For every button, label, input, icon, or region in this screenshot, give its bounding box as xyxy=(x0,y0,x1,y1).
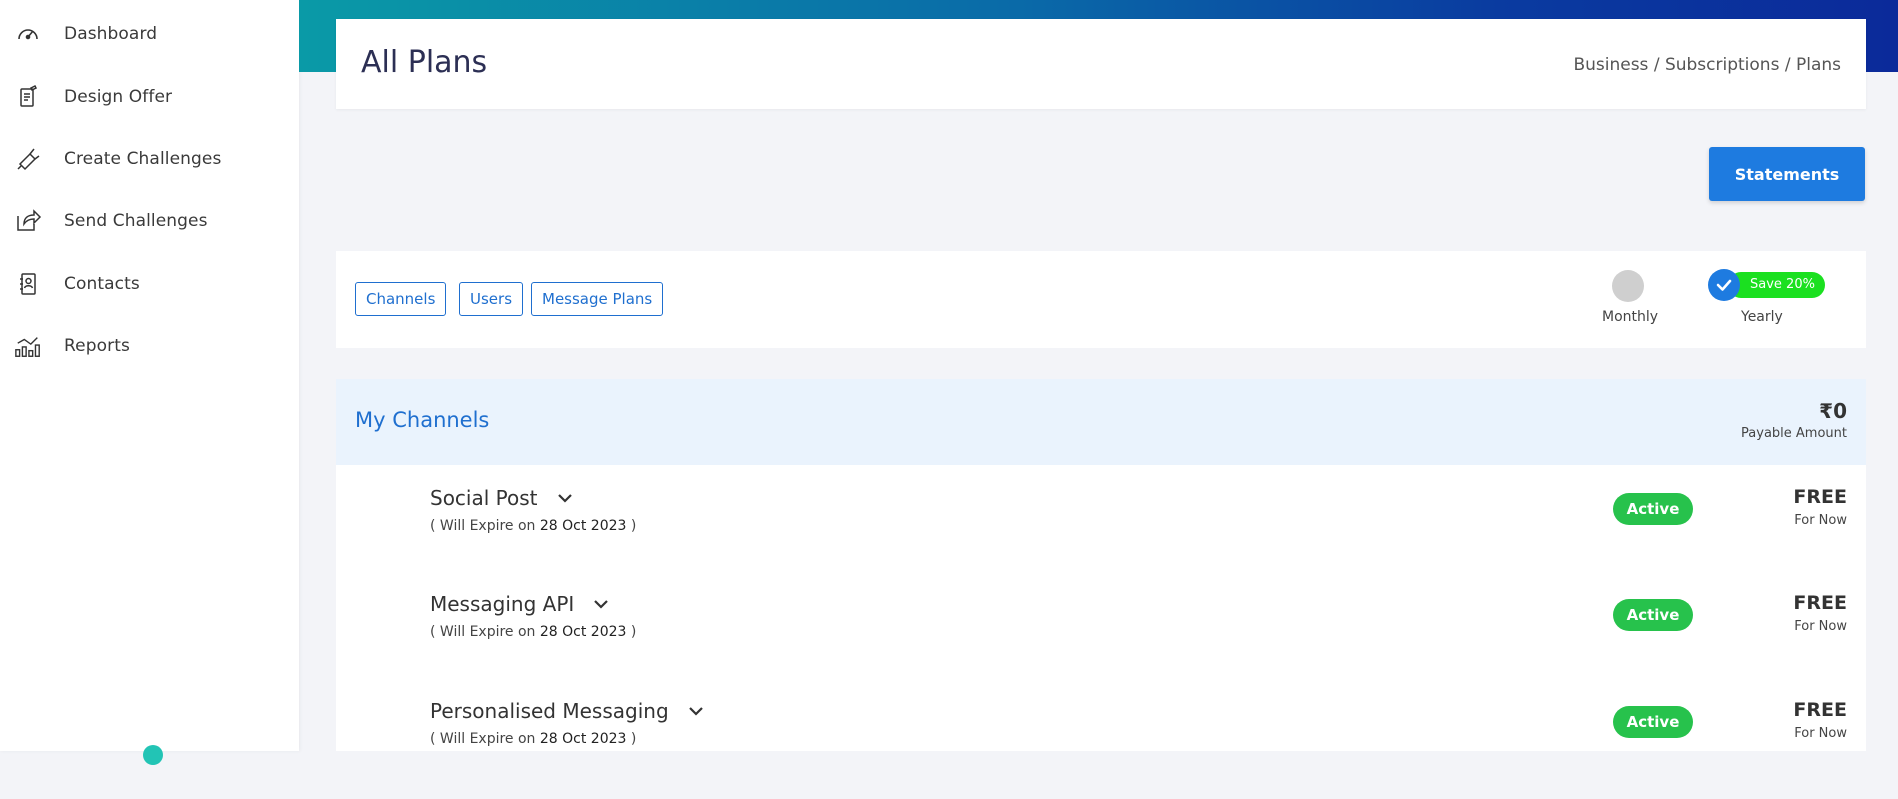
payable-amount: ₹0 xyxy=(1819,399,1847,423)
status-badge: Active xyxy=(1613,599,1693,631)
price-note: For Now xyxy=(1794,619,1847,634)
channel-name: Messaging API xyxy=(430,592,610,616)
help-bubble[interactable] xyxy=(143,745,163,765)
sidebar-item-label: Send Challenges xyxy=(64,211,208,231)
sidebar: Dashboard Design Offer Create Challenges… xyxy=(0,0,299,765)
channel-row: Messaging API ( Will Expire on 28 Oct 20… xyxy=(336,592,1866,692)
price: FREE xyxy=(1793,486,1847,508)
channel-name-text: Social Post xyxy=(430,486,538,510)
yearly-toggle[interactable] xyxy=(1708,269,1740,301)
expiry-prefix: ( Will Expire on xyxy=(430,624,536,640)
contact-book-icon xyxy=(14,270,42,298)
statements-button[interactable]: Statements xyxy=(1709,147,1865,201)
tab-users[interactable]: Users xyxy=(459,282,524,316)
share-icon xyxy=(14,207,42,235)
channel-name-text: Personalised Messaging xyxy=(430,699,669,723)
sidebar-item-dashboard[interactable]: Dashboard xyxy=(14,19,157,49)
sidebar-item-contacts[interactable]: Contacts xyxy=(14,269,140,299)
checkmark-icon xyxy=(1716,279,1732,291)
expiry-suffix: ) xyxy=(630,731,637,747)
channel-name: Social Post xyxy=(430,486,574,510)
channel-name-text: Messaging API xyxy=(430,592,575,616)
plan-filter-bar: Channels Users Message Plans Monthly Sav… xyxy=(336,251,1866,348)
expiry-suffix: ) xyxy=(630,518,637,534)
my-channels-panel: My Channels ₹0 Payable Amount Social Pos… xyxy=(336,379,1866,751)
payable-label: Payable Amount xyxy=(1741,426,1847,441)
price: FREE xyxy=(1793,699,1847,721)
price-note: For Now xyxy=(1794,726,1847,741)
expiry-suffix: ) xyxy=(630,624,637,640)
channel-name: Personalised Messaging xyxy=(430,699,705,723)
channel-row: Personalised Messaging ( Will Expire on … xyxy=(336,699,1866,799)
chevron-down-icon[interactable] xyxy=(556,492,574,504)
channel-expiry: ( Will Expire on 28 Oct 2023 ) xyxy=(430,518,636,534)
sidebar-item-label: Contacts xyxy=(64,274,140,294)
status-badge: Active xyxy=(1613,493,1693,525)
expiry-date: 28 Oct 2023 xyxy=(539,731,627,747)
price: FREE xyxy=(1793,592,1847,614)
sidebar-item-design-offer[interactable]: Design Offer xyxy=(14,82,172,112)
sidebar-item-label: Dashboard xyxy=(64,24,158,44)
channel-row: Social Post ( Will Expire on 28 Oct 2023… xyxy=(336,486,1866,586)
page-header: All Plans Business / Subscriptions / Pla… xyxy=(336,19,1866,109)
sidebar-item-create-challenges[interactable]: Create Challenges xyxy=(14,144,221,174)
chevron-down-icon[interactable] xyxy=(592,598,610,610)
price-note: For Now xyxy=(1794,513,1847,528)
sidebar-item-label: Reports xyxy=(64,336,130,356)
channels-title: My Channels xyxy=(355,408,490,432)
expiry-prefix: ( Will Expire on xyxy=(430,731,536,747)
sidebar-item-label: Create Challenges xyxy=(64,149,222,169)
channel-expiry: ( Will Expire on 28 Oct 2023 ) xyxy=(430,624,636,640)
speedometer-icon xyxy=(14,20,42,48)
save-badge: Save 20% xyxy=(1728,272,1825,298)
status-badge: Active xyxy=(1613,706,1693,738)
tab-message-plans[interactable]: Message Plans xyxy=(531,282,664,316)
design-offer-icon xyxy=(14,83,42,111)
tab-channels[interactable]: Channels xyxy=(355,282,447,316)
yearly-label: Yearly xyxy=(1741,309,1783,325)
expiry-date: 28 Oct 2023 xyxy=(539,624,627,640)
monthly-toggle[interactable] xyxy=(1612,270,1644,302)
channel-expiry: ( Will Expire on 28 Oct 2023 ) xyxy=(430,731,636,747)
page-title: All Plans xyxy=(361,45,488,80)
megaphone-icon xyxy=(14,145,42,173)
expiry-prefix: ( Will Expire on xyxy=(430,518,536,534)
sidebar-item-send-challenges[interactable]: Send Challenges xyxy=(14,206,208,236)
monthly-label: Monthly xyxy=(1602,309,1659,325)
chevron-down-icon[interactable] xyxy=(687,705,705,717)
expiry-date: 28 Oct 2023 xyxy=(539,518,627,534)
breadcrumb: Business / Subscriptions / Plans xyxy=(1573,55,1841,75)
sidebar-item-label: Design Offer xyxy=(64,87,173,107)
channels-header: My Channels ₹0 Payable Amount xyxy=(336,379,1866,465)
bar-chart-icon xyxy=(14,332,42,360)
sidebar-item-reports[interactable]: Reports xyxy=(14,331,130,361)
